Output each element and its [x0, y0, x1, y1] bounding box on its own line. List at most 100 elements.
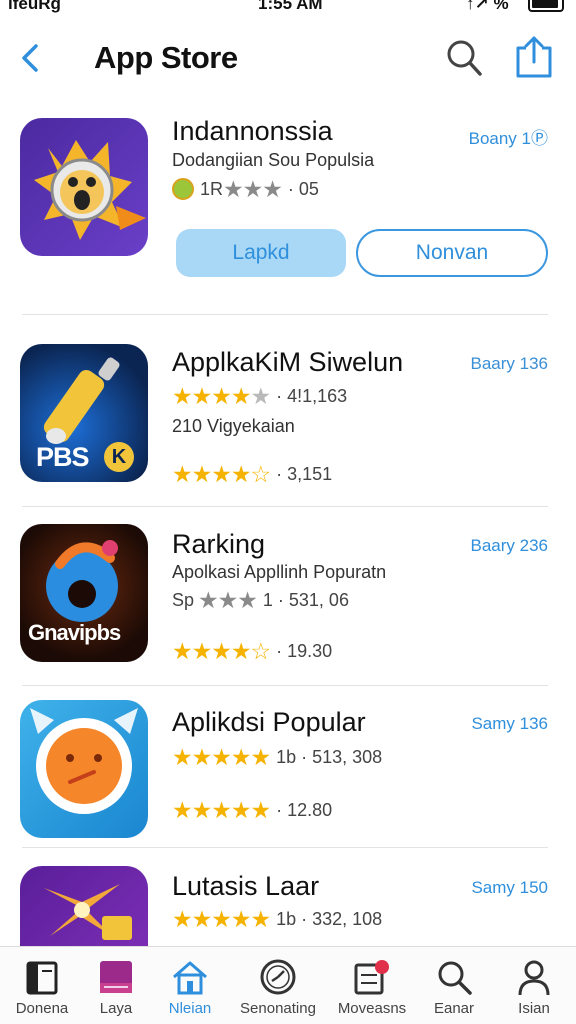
rating-line: ★★★★☆ · 3,151 [172, 461, 332, 487]
rating-count: 1 · 531, 06 [262, 589, 349, 610]
tab-label: Laya [99, 1000, 133, 1017]
rating-count: 1b · 513, 308 [276, 746, 383, 767]
app-icon-gnavipbs[interactable]: Gnavipbs [20, 524, 148, 662]
back-button[interactable] [14, 36, 50, 80]
tab-nleian[interactable]: Nleian [154, 947, 226, 1024]
rating-count: · 19.30 [276, 640, 333, 661]
star-rating: ★★★★★ [172, 905, 271, 932]
rating-count: 1b · 332, 108 [276, 908, 383, 929]
app-subtitle: Dodangiian Sou Populsia [172, 150, 375, 170]
app-name: Indannonssia [172, 116, 333, 146]
rating-line: 1R ★★★ · 05 [172, 176, 319, 202]
chevron-left-icon [22, 44, 38, 72]
app-icon-pbs[interactable]: PBS K [20, 344, 148, 482]
award-icon [172, 178, 194, 200]
tab-label: Nleian [168, 1000, 212, 1017]
star-rating: ★★★★★ [172, 382, 271, 409]
tab-bar: Donena Laya Nleian Senonating Moveasns E… [0, 946, 576, 1024]
page-title: App Store [94, 40, 238, 75]
tab-senonating[interactable]: Senonating [240, 947, 316, 1024]
star-rating: ★★★★☆ [172, 460, 271, 487]
divider [22, 506, 548, 507]
share-button[interactable] [514, 34, 554, 80]
clock-label: 1:55 AM [258, 0, 323, 13]
clock-face-icon [260, 959, 296, 995]
app-name: ApplkaKiM Siwelun [172, 347, 404, 377]
rating-prefix: Sp [172, 589, 195, 610]
share-icon [516, 36, 552, 78]
tab-label: Donena [15, 1000, 69, 1017]
tab-label: Eanar [433, 1000, 475, 1017]
tab-label: Moveasns [337, 1000, 407, 1017]
app-badge: Baary 236 [470, 536, 549, 555]
stars-filled: ★★★★ [172, 637, 251, 664]
app-name: Lutasis Laar [172, 871, 320, 901]
rating-count: · 05 [287, 178, 319, 199]
star-burst-icon [44, 884, 132, 940]
app-badge: Baary 136 [470, 354, 549, 373]
tab-isian[interactable]: Isian [498, 947, 570, 1024]
star-rating: ★★★ [198, 586, 258, 613]
tab-label: Senonating [240, 1000, 316, 1017]
icon-text: Gnavipbs [28, 620, 121, 645]
app-icon-star-burst[interactable] [20, 866, 148, 946]
icon-badge: K [104, 442, 134, 472]
app-icon-cartoon-face[interactable] [20, 118, 148, 256]
battery-icon [528, 0, 564, 12]
media-badge-icon [354, 960, 389, 995]
rating-line: ★★★★★ 1b · 332, 108 [172, 906, 382, 932]
person-icon [518, 960, 550, 996]
stars-filled: ★★★★★ [172, 796, 271, 823]
app-subtitle: Apolkasi Appllinh Popuratn [172, 562, 387, 582]
icon-text: PBS [36, 442, 90, 472]
stars-filled: ★★★★ [172, 905, 251, 932]
nav-bar: App Store [0, 28, 576, 88]
rating-prefix: 1R [200, 178, 224, 199]
app-badge: Samy 150 [471, 878, 548, 897]
app-badge: Boany 1Ⓟ [468, 129, 548, 148]
rating-line: Sp ★★★ 1 · 531, 06 [172, 587, 349, 613]
tab-eanar[interactable]: Eanar [418, 947, 490, 1024]
stars-half: ★ [250, 905, 271, 932]
rating-line: ★★★★★ · 4!1,163 [172, 383, 347, 409]
stars-filled: ★★★★ [172, 460, 251, 487]
tab-donena[interactable]: Donena [6, 947, 78, 1024]
divider [22, 685, 548, 686]
app-name: Rarking [172, 529, 266, 559]
stars-filled: ★★★★★ [172, 743, 271, 770]
stars-empty: ★ [250, 382, 271, 409]
stars-half: ☆ [250, 460, 271, 487]
cartoon-face-icon [34, 140, 146, 240]
rating-line: ★★★★★ · 12.80 [172, 797, 332, 823]
divider [22, 847, 548, 848]
app-name: Aplikdsi Popular [172, 707, 366, 737]
search-icon [447, 40, 482, 76]
rating-count: · 12.80 [276, 799, 333, 820]
tab-laya[interactable]: Laya [80, 947, 152, 1024]
app-subtitle: 210 Vigyekaian [172, 416, 295, 436]
search-icon [438, 961, 472, 995]
rating-line: ★★★★★ 1b · 513, 308 [172, 744, 382, 770]
search-button[interactable] [444, 36, 484, 80]
carrier-label: ifeuRg [8, 0, 61, 13]
status-icons: ↑↗ % [466, 0, 509, 13]
app-badge: Samy 136 [471, 714, 548, 733]
stars-filled: ★★★ [198, 586, 258, 613]
app-icon-orange-face[interactable] [20, 700, 148, 838]
divider [22, 314, 548, 315]
star-rating: ★★★ [223, 175, 283, 202]
stars-filled: ★★★ [223, 175, 283, 202]
smiley-face-icon [30, 708, 138, 814]
tab-label: Isian [518, 1000, 550, 1017]
stars-filled: ★★★★ [172, 382, 251, 409]
rating-line: ★★★★☆ · 19.30 [172, 638, 332, 664]
star-rating: ★★★★★ [172, 796, 271, 823]
stars-half: ☆ [250, 637, 271, 664]
star-rating: ★★★★★ [172, 743, 271, 770]
status-bar: ifeuRg 1:55 AM ↑↗ % [0, 0, 576, 14]
home-icon [173, 961, 207, 995]
primary-action-button[interactable]: Lapkd [176, 229, 346, 277]
secondary-action-button[interactable]: Nonvan [356, 229, 548, 277]
rating-count: · 4!1,163 [276, 385, 348, 406]
tab-moveasns[interactable]: Moveasns [336, 947, 408, 1024]
